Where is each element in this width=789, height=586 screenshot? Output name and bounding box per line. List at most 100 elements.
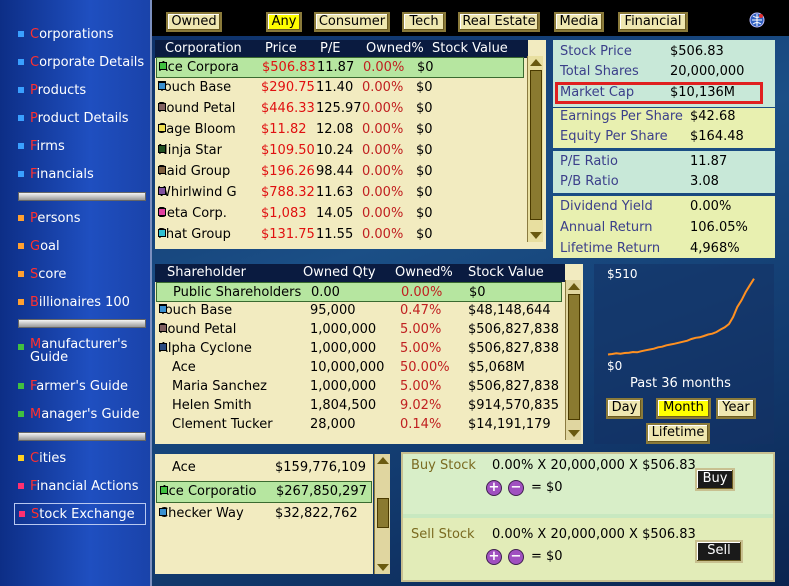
bullet-icon <box>18 59 24 65</box>
row-name: Ace <box>172 460 196 475</box>
shareholder-table-scrollbar[interactable] <box>565 280 581 440</box>
row-name: Maria Sanchez <box>172 379 267 394</box>
list-item[interactable]: Checker Way $32,822,762 <box>156 504 372 526</box>
header-price[interactable]: Price <box>265 41 297 56</box>
table-row[interactable]: Beta Corp. $1,083 14.05 0.00% $0 <box>156 204 524 225</box>
sell-button[interactable]: Sell <box>695 540 743 563</box>
cash-table-scrollbar[interactable] <box>374 454 390 574</box>
filter-real-estate-button[interactable]: Real Estate <box>458 12 540 32</box>
cell-pe: 12.08 <box>316 122 354 137</box>
stat-eps: Earnings Per Share $42.68 <box>560 109 736 124</box>
table-row[interactable]: Round Petal $446.33 125.97 0.00% $0 <box>156 99 524 120</box>
buy-increase-button[interactable]: + <box>486 480 502 496</box>
header-owned-qty[interactable]: Owned Qty <box>303 265 376 280</box>
sidebar-item-cities[interactable]: Cities <box>18 448 66 468</box>
sidebar-item-financial-actions[interactable]: Financial Actions <box>18 476 139 496</box>
sidebar-item-manufacturers-guide[interactable]: Manufacturer's Guide <box>18 338 143 368</box>
scroll-thumb[interactable] <box>568 294 580 420</box>
corporation-table-header: Corporation Price P/E Owned% Stock Value <box>155 40 528 58</box>
table-row[interactable]: Public Shareholders 0.00 0.00% $0 <box>156 282 562 302</box>
cell-pe: 11.63 <box>316 185 354 200</box>
row-name-text: Clement Tucker <box>172 417 273 432</box>
sell-increase-button[interactable]: + <box>486 549 502 565</box>
chart-year-button[interactable]: Year <box>716 398 756 419</box>
cell-value: $0 <box>416 122 433 137</box>
row-name-text: Sage Bloom <box>158 122 236 137</box>
sidebar-item-persons[interactable]: Persons <box>18 208 80 228</box>
scroll-thumb[interactable] <box>530 70 542 220</box>
scroll-up-icon[interactable] <box>530 59 542 66</box>
sidebar-item-goal[interactable]: Goal <box>18 236 60 256</box>
cell-owned: 0.00% <box>362 122 404 137</box>
table-row[interactable]: Helen Smith 1,804,500 9.02% $914,570,835 <box>156 396 562 416</box>
sidebar-item-corporations[interactable]: Corporations <box>18 24 114 44</box>
filter-any-button[interactable]: Any <box>266 12 302 32</box>
scroll-thumb[interactable] <box>377 498 389 528</box>
list-item[interactable]: Ace $159,776,109 <box>156 458 372 480</box>
row-name: Ace <box>172 360 196 375</box>
table-row[interactable]: Touch Base $290.75 11.40 0.00% $0 <box>156 78 524 99</box>
chart-caption: Past 36 months <box>630 376 731 391</box>
sidebar-item-products[interactable]: Products <box>18 80 86 100</box>
table-row[interactable]: Whirlwind G $788.32 11.63 0.00% $0 <box>156 183 524 204</box>
table-row[interactable]: Touch Base 95,000 0.47% $48,148,644 <box>156 301 562 321</box>
buy-decrease-button[interactable]: − <box>508 480 524 496</box>
header-stock-value[interactable]: Stock Value <box>468 265 544 280</box>
buy-button[interactable]: Buy <box>695 468 735 491</box>
table-row[interactable]: Raid Group $196.26 98.44 0.00% $0 <box>156 162 524 183</box>
table-row[interactable]: Round Petal 1,000,000 5.00% $506,827,838 <box>156 320 562 340</box>
cell-value: $267,850,297 <box>276 484 367 499</box>
sidebar-item-managers-guide[interactable]: Manager's Guide <box>18 404 140 424</box>
sidebar-item-score[interactable]: Score <box>18 264 66 284</box>
scroll-down-icon[interactable] <box>377 564 389 571</box>
sell-decrease-button[interactable]: − <box>508 549 524 565</box>
header-owned-pct[interactable]: Owned% <box>366 41 424 56</box>
table-row[interactable]: Phat Group $131.75 11.55 0.00% $0 <box>156 225 524 246</box>
header-corporation[interactable]: Corporation <box>165 41 242 56</box>
filter-financial-button[interactable]: Financial <box>618 12 688 32</box>
cell-qty: 10,000,000 <box>310 360 385 375</box>
color-swatch-icon <box>159 62 167 70</box>
globe-icon[interactable] <box>749 12 765 28</box>
row-name-text: Touch Base <box>159 303 233 318</box>
header-pe[interactable]: P/E <box>320 41 340 56</box>
table-row[interactable]: Clement Tucker 28,000 0.14% $14,191,179 <box>156 415 562 435</box>
sidebar-item-firms[interactable]: Firms <box>18 136 65 156</box>
color-swatch-icon <box>158 124 166 132</box>
cell-value: $0 <box>416 164 433 179</box>
sidebar-item-financials[interactable]: Financials <box>18 164 94 184</box>
corporation-table-scrollbar[interactable] <box>527 56 543 242</box>
filter-media-button[interactable]: Media <box>554 12 604 32</box>
cell-owned: 9.02% <box>400 398 442 413</box>
sidebar-item-product-details[interactable]: Product Details <box>18 108 129 128</box>
sidebar-item-stock-exchange[interactable]: Stock Exchange <box>14 503 146 525</box>
row-name-text: Ace <box>172 460 196 475</box>
table-row[interactable]: Ace Corpora $506.83 11.87 0.00% $0 <box>156 57 524 78</box>
filter-consumer-button[interactable]: Consumer <box>314 12 390 32</box>
scroll-down-icon[interactable] <box>568 430 580 437</box>
chart-month-button[interactable]: Month <box>656 398 711 419</box>
buy-formula: 0.00% X 20,000,000 X $506.83 <box>492 458 696 473</box>
sidebar-item-billionaires[interactable]: Billionaires 100 <box>18 292 130 312</box>
header-owned-pct[interactable]: Owned% <box>395 265 453 280</box>
chart-lifetime-button[interactable]: Lifetime <box>646 423 710 444</box>
table-row[interactable]: Ninja Star $109.50 10.24 0.00% $0 <box>156 141 524 162</box>
filter-owned-button[interactable]: Owned <box>166 12 222 32</box>
table-row[interactable]: Ace 10,000,000 50.00% $5,068M <box>156 358 562 378</box>
sidebar-item-corporate-details[interactable]: Corporate Details <box>18 52 144 72</box>
scroll-down-icon[interactable] <box>530 232 542 239</box>
cell-pe: 11.55 <box>316 227 354 242</box>
header-stock-value[interactable]: Stock Value <box>432 41 508 56</box>
sidebar-item-farmers-guide[interactable]: Farmer's Guide <box>18 376 128 396</box>
table-row[interactable]: Sage Bloom $11.82 12.08 0.00% $0 <box>156 120 524 141</box>
cell-owned: 0.00% <box>362 101 404 116</box>
table-row[interactable]: Alpha Cyclone 1,000,000 5.00% $506,827,838 <box>156 339 562 359</box>
list-item[interactable]: Ace Corporatio $267,850,297 <box>156 481 372 503</box>
scroll-up-icon[interactable] <box>377 457 389 464</box>
header-shareholder[interactable]: Shareholder <box>167 265 246 280</box>
filter-tech-button[interactable]: Tech <box>402 12 446 32</box>
scroll-up-icon[interactable] <box>568 283 580 290</box>
app-root: Corporations Corporate Details Products … <box>0 0 789 586</box>
table-row[interactable]: Maria Sanchez 1,000,000 5.00% $506,827,838 <box>156 377 562 397</box>
chart-day-button[interactable]: Day <box>606 398 643 419</box>
